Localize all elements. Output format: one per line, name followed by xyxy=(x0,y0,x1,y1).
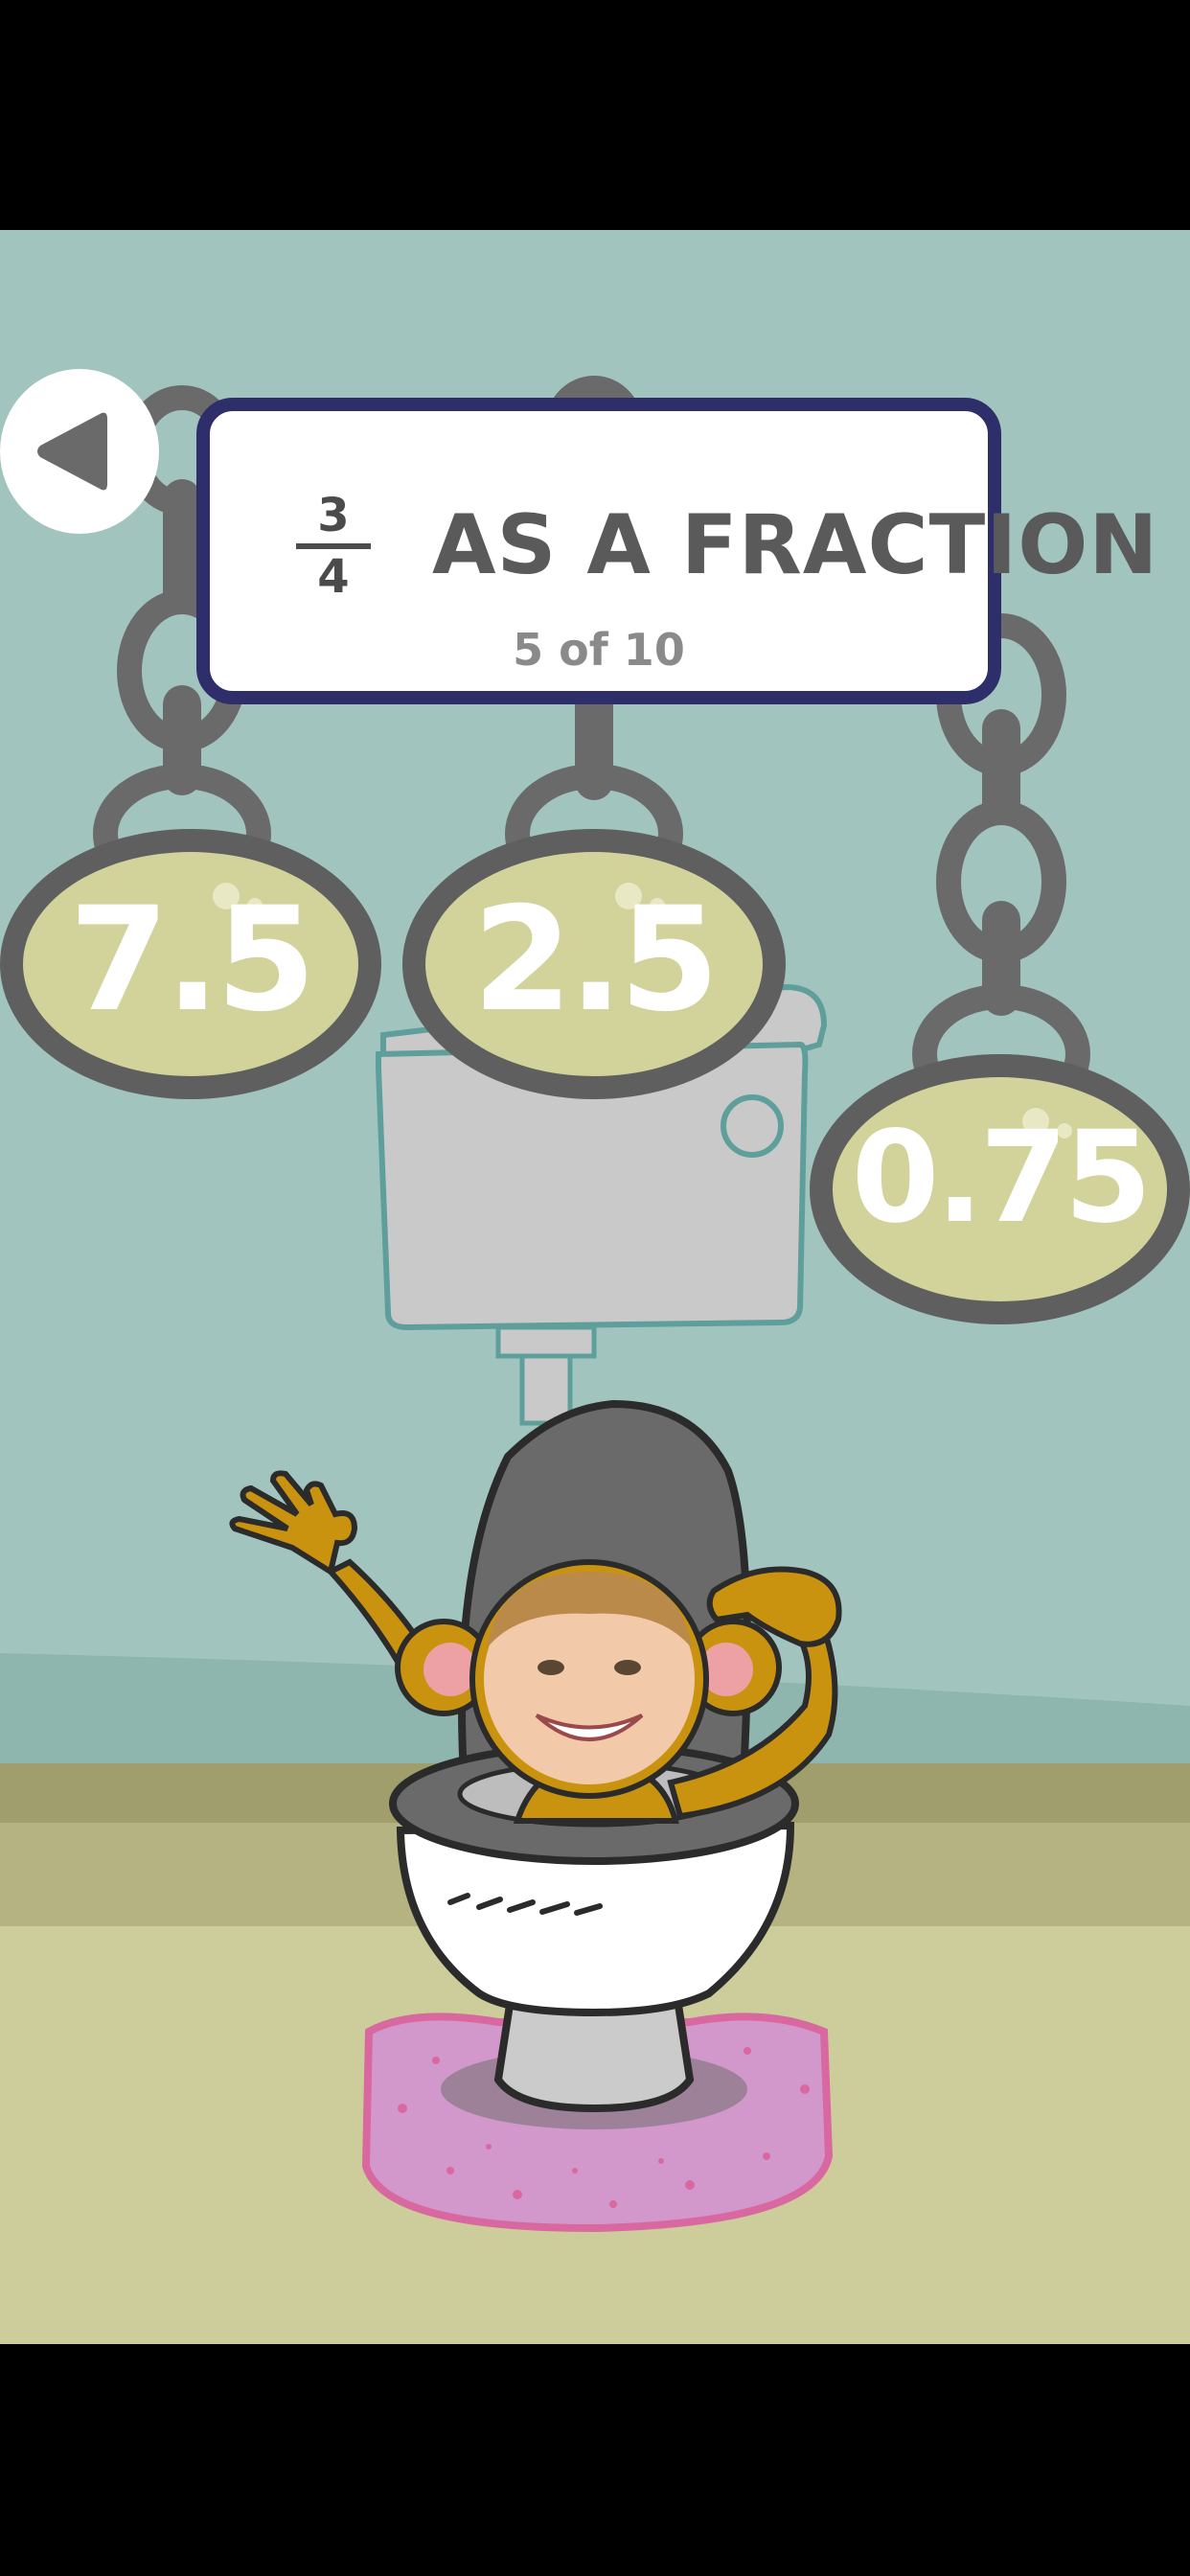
answer-option-2[interactable]: 2.5 xyxy=(402,829,786,1099)
player-face-photo xyxy=(469,1559,709,1799)
answer-value: 0.75 xyxy=(851,1104,1153,1252)
question-card: 3 4 AS A FRACTION 5 of 10 xyxy=(196,398,1157,704)
fraction-bar xyxy=(296,543,371,549)
bottom-letterbox xyxy=(0,2344,1190,2576)
game-screen: 7.5 2.5 0.75 3 4 AS A FRACTION 5 of 10 xyxy=(0,0,1190,2576)
fraction-display: 3 4 xyxy=(296,490,371,603)
fraction-denominator: 4 xyxy=(317,550,350,604)
question-title: AS A FRACTION xyxy=(432,497,1159,593)
question-progress: 5 of 10 xyxy=(513,624,685,676)
fraction-numerator: 3 xyxy=(317,489,350,542)
answer-value: 2.5 xyxy=(472,877,720,1044)
back-button[interactable] xyxy=(0,369,159,534)
answer-value: 7.5 xyxy=(69,877,316,1044)
back-arrow-icon xyxy=(37,412,107,491)
answer-option-3[interactable]: 0.75 xyxy=(810,1054,1190,1324)
top-letterbox xyxy=(0,0,1190,230)
answer-option-1[interactable]: 7.5 xyxy=(0,829,381,1099)
